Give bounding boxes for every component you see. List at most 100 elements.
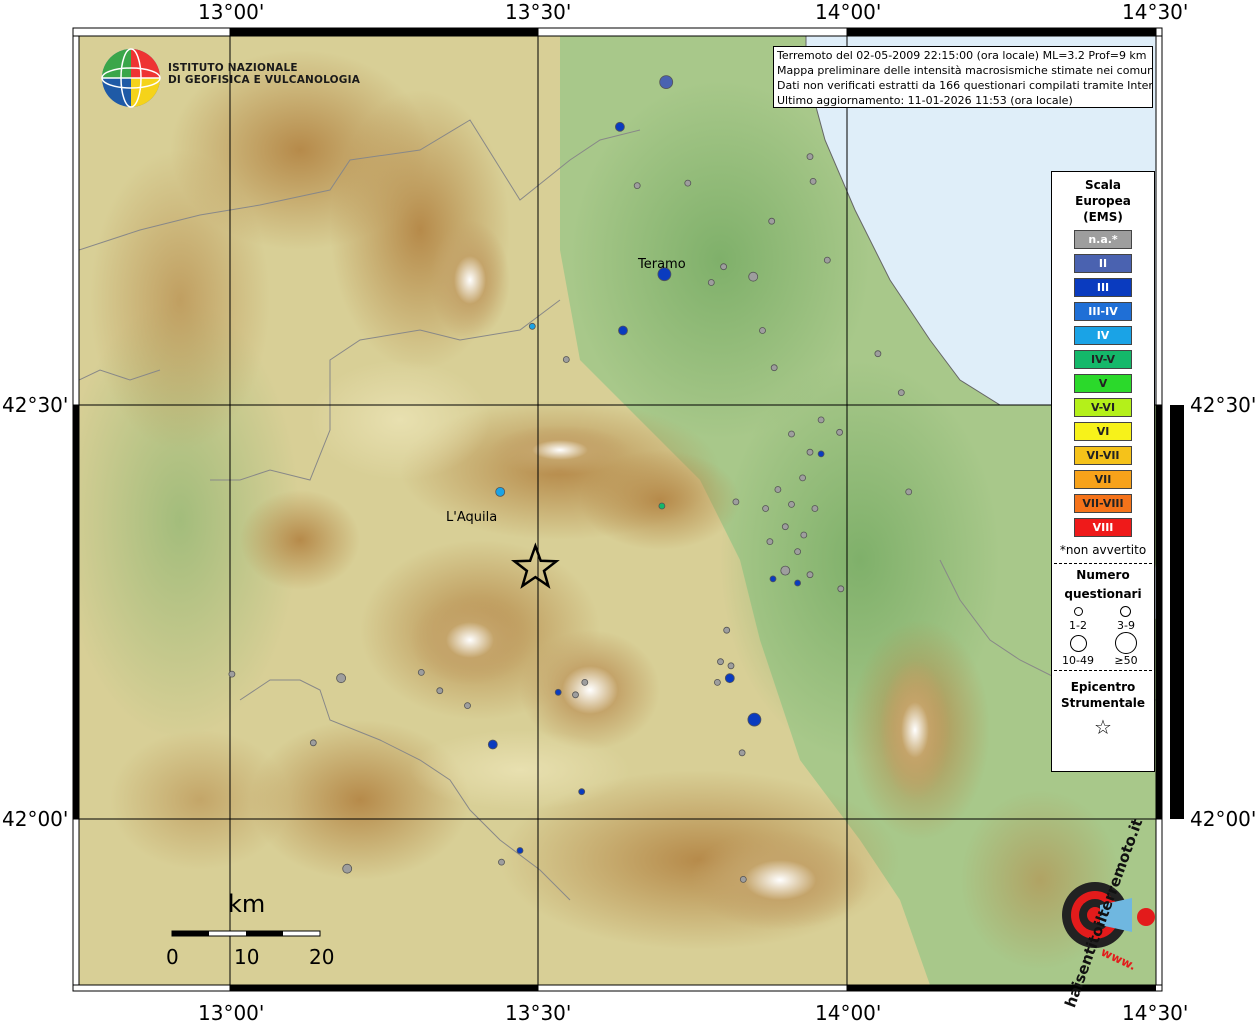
intensity-point[interactable] bbox=[766, 538, 774, 545]
intensity-point[interactable] bbox=[837, 585, 845, 593]
intensity-point[interactable] bbox=[738, 749, 746, 757]
legend-class-v: V bbox=[1074, 374, 1132, 393]
intensity-point[interactable] bbox=[794, 579, 801, 587]
intensity-point[interactable] bbox=[723, 626, 731, 634]
intensity-point[interactable] bbox=[897, 389, 905, 397]
intensity-point[interactable] bbox=[823, 256, 831, 264]
intensity-point[interactable] bbox=[342, 863, 353, 874]
legend-count-title-2: questionari bbox=[1064, 587, 1142, 601]
intensity-point[interactable] bbox=[817, 450, 825, 458]
intensity-point[interactable] bbox=[905, 488, 913, 496]
legend-class-vii-viii: VII-VIII bbox=[1074, 494, 1132, 513]
scale-tick-20: 20 bbox=[309, 945, 335, 969]
intensity-point[interactable] bbox=[748, 271, 759, 282]
intensity-point[interactable] bbox=[806, 571, 814, 579]
scale-bar bbox=[171, 930, 321, 937]
intensity-point[interactable] bbox=[720, 263, 727, 271]
legend-count-title-1: Numero bbox=[1076, 568, 1130, 582]
intensity-point[interactable] bbox=[727, 662, 735, 670]
legend-epicenter-star-icon: ☆ bbox=[1094, 715, 1112, 739]
intensity-point[interactable] bbox=[707, 279, 715, 286]
intensity-point[interactable] bbox=[658, 502, 666, 510]
legend-title-1: Scala bbox=[1084, 178, 1122, 192]
scale-tick-0: 0 bbox=[166, 945, 179, 969]
intensity-point[interactable] bbox=[799, 474, 806, 482]
legend-divider-1 bbox=[1054, 563, 1152, 564]
bottom-lon-label-1: 13°00' bbox=[198, 1001, 265, 1025]
intensity-point[interactable] bbox=[794, 548, 801, 555]
intensity-point[interactable] bbox=[562, 356, 570, 363]
intensity-point[interactable] bbox=[836, 428, 843, 436]
legend-class-vii: VII bbox=[1074, 470, 1132, 489]
intensity-point[interactable] bbox=[747, 712, 762, 727]
terrain-layer bbox=[79, 36, 1156, 985]
intensity-point[interactable] bbox=[874, 350, 882, 358]
count-circle-medium bbox=[1120, 606, 1131, 617]
ingv-name-line-2: DI GEOFISICA E VULCANOLOGIA bbox=[168, 74, 361, 86]
intensity-point[interactable] bbox=[228, 670, 236, 678]
count-label-3-9: 3-9 bbox=[1117, 619, 1135, 632]
intensity-point[interactable] bbox=[788, 500, 795, 508]
intensity-point[interactable] bbox=[516, 847, 524, 854]
intensity-point[interactable] bbox=[659, 75, 674, 89]
intensity-point[interactable] bbox=[762, 505, 769, 512]
intensity-point[interactable] bbox=[336, 673, 347, 684]
count-circle-xlarge bbox=[1115, 632, 1137, 654]
count-circle-small bbox=[1074, 607, 1083, 616]
intensity-point[interactable] bbox=[780, 565, 791, 576]
intensity-point[interactable] bbox=[788, 430, 795, 438]
intensity-point[interactable] bbox=[806, 448, 814, 456]
intensity-point[interactable] bbox=[684, 179, 692, 187]
bottom-lon-label-4: 14°30' bbox=[1122, 1001, 1189, 1025]
top-lon-label-3: 14°00' bbox=[815, 0, 882, 24]
scale-tick-10: 10 bbox=[234, 945, 260, 969]
count-label-1-2: 1-2 bbox=[1069, 619, 1087, 632]
intensity-point[interactable] bbox=[724, 673, 735, 684]
intensity-point[interactable] bbox=[759, 327, 766, 334]
top-lon-label-4: 14°30' bbox=[1122, 0, 1189, 24]
intensity-point[interactable] bbox=[768, 217, 776, 225]
intensity-point[interactable] bbox=[572, 691, 579, 699]
intensity-point[interactable] bbox=[498, 858, 505, 866]
intensity-point[interactable] bbox=[809, 177, 817, 185]
hst-logo-text: haisentitoilterremoto.it www. bbox=[1044, 816, 1154, 1010]
info-line-1: Terremoto del 02-05-2009 22:15:00 (ora l… bbox=[777, 49, 1147, 62]
intensity-point[interactable] bbox=[554, 688, 562, 696]
intensity-point[interactable] bbox=[769, 575, 777, 583]
intensity-point[interactable] bbox=[487, 739, 498, 750]
legend-count-sizes: 1-2 3-9 10-49 ≥50 bbox=[1052, 602, 1154, 667]
intensity-point[interactable] bbox=[781, 523, 789, 531]
intensity-point[interactable] bbox=[633, 182, 641, 190]
intensity-point[interactable] bbox=[578, 788, 586, 796]
intensity-point[interactable] bbox=[436, 687, 444, 695]
intensity-point[interactable] bbox=[417, 669, 425, 676]
ingv-logo-text: ISTITUTO NAZIONALE DI GEOFISICA E VULCAN… bbox=[168, 62, 360, 86]
legend-epi-title-1: Epicentro bbox=[1070, 680, 1136, 694]
legend-class-iv-v: IV-V bbox=[1074, 350, 1132, 369]
intensity-point[interactable] bbox=[774, 486, 782, 493]
intensity-point[interactable] bbox=[817, 416, 825, 424]
intensity-point[interactable] bbox=[464, 702, 471, 709]
intensity-point[interactable] bbox=[770, 364, 778, 372]
intensity-point[interactable] bbox=[806, 153, 814, 161]
intensity-point[interactable] bbox=[495, 486, 506, 497]
legend-title-2: Europea bbox=[1075, 194, 1131, 208]
scale-unit: km bbox=[228, 890, 266, 918]
right-lat-label-2: 42°00' bbox=[1190, 807, 1255, 831]
intensity-point[interactable] bbox=[615, 121, 625, 132]
intensity-point[interactable] bbox=[732, 498, 740, 506]
bottom-lon-label-3: 14°00' bbox=[815, 1001, 882, 1025]
legend-divider-2 bbox=[1054, 670, 1152, 671]
intensity-point[interactable] bbox=[800, 531, 808, 539]
intensity-point[interactable] bbox=[528, 322, 536, 330]
intensity-point[interactable] bbox=[811, 505, 819, 512]
count-label-10-49: 10-49 bbox=[1062, 654, 1094, 667]
intensity-point[interactable] bbox=[717, 658, 724, 666]
intensity-point[interactable] bbox=[714, 679, 721, 686]
intensity-point[interactable] bbox=[581, 679, 589, 686]
intensity-point[interactable] bbox=[309, 739, 317, 747]
intensity-point[interactable] bbox=[739, 876, 747, 883]
legend-class-list: n.a.* II III III-IV IV IV-V V V-VI VI VI-VII VII VI… bbox=[1052, 230, 1154, 537]
info-line-4: Ultimo aggiornamento: 11-01-2026 11:53 (… bbox=[777, 94, 1073, 107]
intensity-point[interactable] bbox=[618, 325, 628, 336]
